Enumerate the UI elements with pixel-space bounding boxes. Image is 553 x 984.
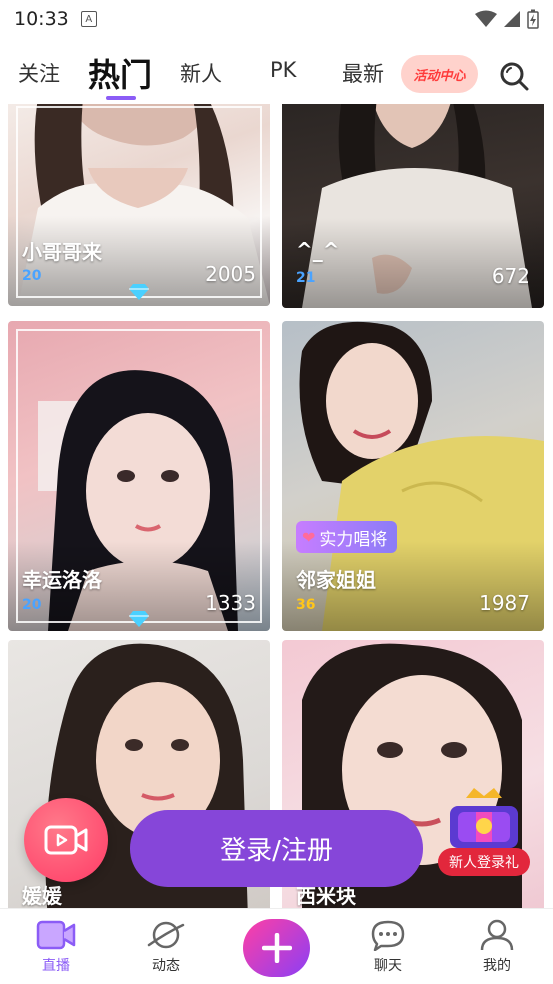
status-indicators [475, 9, 539, 29]
streamer-name: 邻家姐姐 [296, 568, 376, 592]
planet-icon [147, 921, 185, 949]
card-shade [282, 218, 544, 308]
live-room-card[interactable]: 幸运洛洛 20 1333 [8, 321, 270, 631]
active-tab-indicator [106, 96, 136, 100]
user-level: 20 [22, 597, 42, 613]
streamer-name: ^_^ [296, 238, 340, 262]
video-camera-icon [44, 825, 88, 855]
live-room-card[interactable]: ❤ 实力唱将 邻家姐姐 36 1987 [282, 321, 544, 631]
go-live-button[interactable] [24, 798, 108, 882]
viewer-count: 1333 [205, 591, 256, 615]
bottom-tab-label: 聊天 [374, 958, 402, 974]
bottom-tab-label: 我的 [483, 958, 511, 974]
wifi-icon [475, 10, 497, 27]
top-tab-bar: 关注 热门 新人 PK 最新 活动中心 [0, 38, 553, 104]
talent-badge: ❤ 实力唱将 [296, 521, 398, 553]
live-room-card[interactable]: ^_^ 21 672 [282, 104, 544, 308]
viewer-count: 1987 [479, 591, 530, 615]
live-room-card[interactable]: 小哥哥来 20 2005 [8, 104, 270, 306]
search-icon[interactable] [498, 60, 530, 92]
battery-icon [527, 9, 539, 29]
event-center-label: 活动中心 [413, 68, 466, 84]
talent-badge-label: 实力唱将 [319, 529, 388, 550]
bottom-tab-chat[interactable]: 聊天 [348, 919, 428, 975]
diamond-icon [129, 611, 149, 627]
create-button[interactable] [243, 919, 310, 977]
user-level: 20 [22, 268, 42, 284]
user-level: 21 [296, 270, 316, 286]
bottom-tab-moments[interactable]: 动态 [126, 919, 206, 975]
viewer-count: 2005 [205, 262, 256, 286]
new-user-gift-label[interactable]: 新人登录礼 [438, 848, 530, 876]
diamond-icon [129, 284, 149, 300]
event-center-button[interactable]: 活动中心 [401, 55, 478, 93]
login-register-button[interactable]: 登录/注册 [130, 810, 423, 887]
plus-icon [261, 933, 292, 963]
bottom-tab-label: 直播 [42, 958, 70, 974]
signal-icon [504, 11, 520, 27]
user-level: 36 [296, 597, 316, 613]
tab-new-people[interactable]: 新人 [180, 58, 222, 88]
chat-bubble-icon [371, 920, 405, 951]
notification-a-icon: A [80, 11, 97, 27]
tab-pk[interactable]: PK [270, 58, 296, 82]
login-register-label: 登录/注册 [220, 836, 333, 866]
status-time: 10:33 [14, 8, 69, 30]
bottom-tab-label: 动态 [152, 958, 180, 974]
tab-latest[interactable]: 最新 [342, 58, 384, 88]
viewer-count: 672 [491, 264, 530, 288]
tab-hot[interactable]: 热门 [88, 50, 152, 96]
tab-following[interactable]: 关注 [18, 58, 60, 88]
streamer-name: 媛媛 [22, 884, 62, 908]
streamer-name: 小哥哥来 [22, 240, 102, 264]
profile-icon [480, 919, 514, 951]
bottom-tab-live[interactable]: 直播 [16, 919, 96, 975]
status-bar: 10:33 A [0, 0, 553, 38]
bottom-tab-profile[interactable]: 我的 [457, 919, 537, 975]
streamer-name: 幸运洛洛 [22, 568, 102, 592]
bottom-navigation: 直播 动态 聊天 我的 [0, 908, 553, 984]
live-video-icon [36, 920, 76, 950]
heart-icon: ❤ [302, 527, 316, 547]
